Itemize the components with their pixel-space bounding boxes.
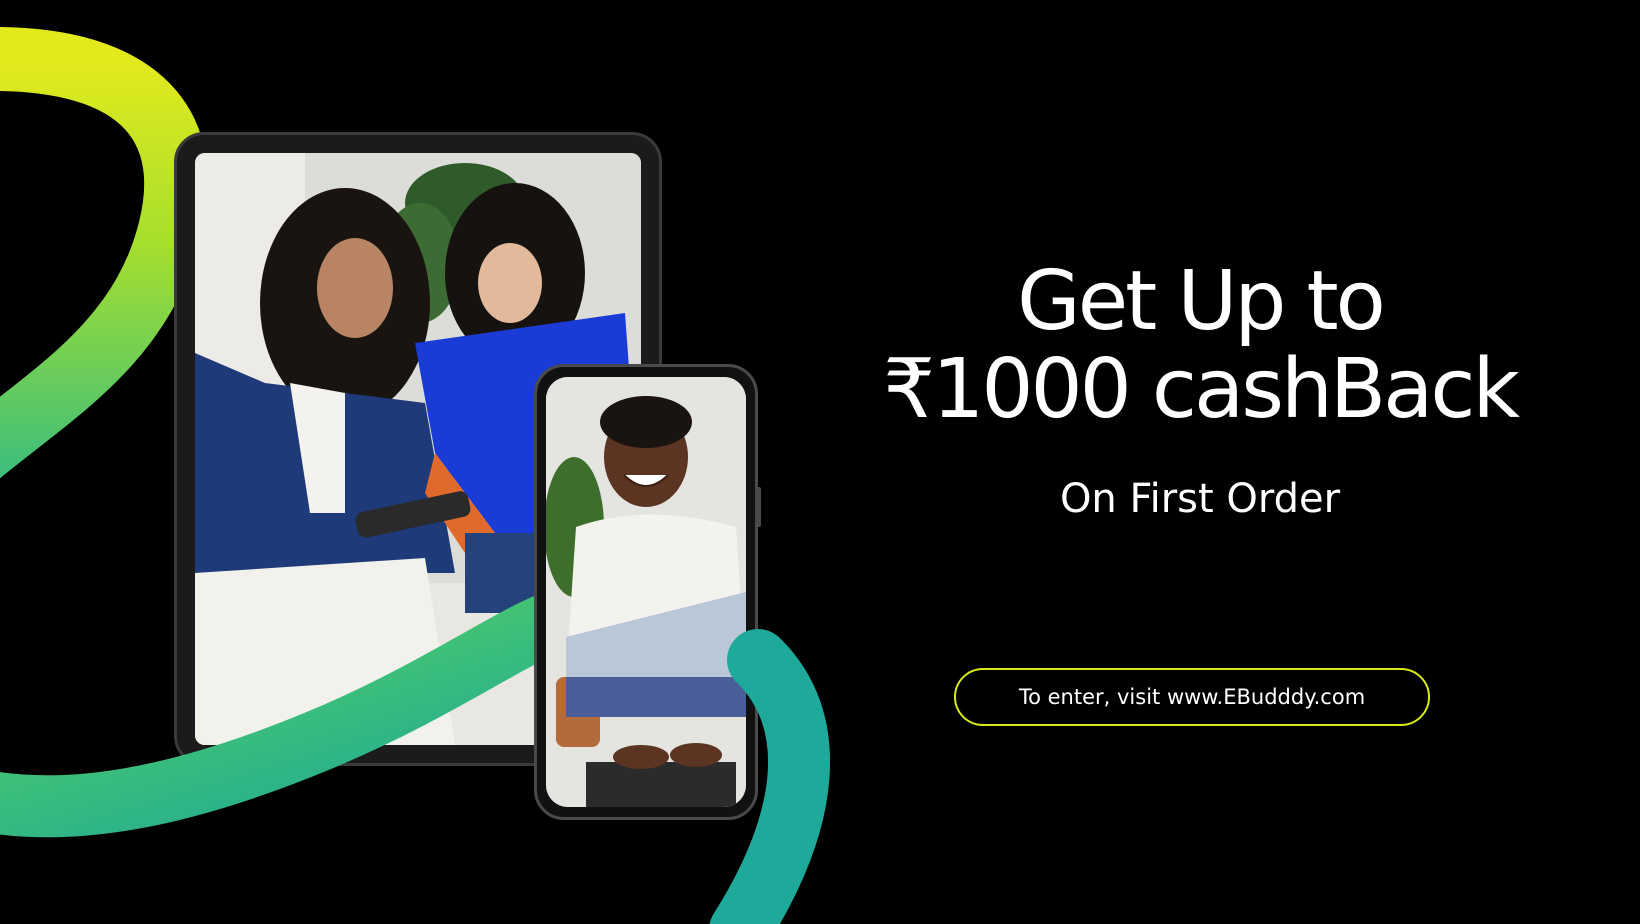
promo-banner: Get Up to ₹1000 cashBack On First Order … (0, 0, 1640, 924)
gradient-ribbon-loop (709, 629, 831, 924)
